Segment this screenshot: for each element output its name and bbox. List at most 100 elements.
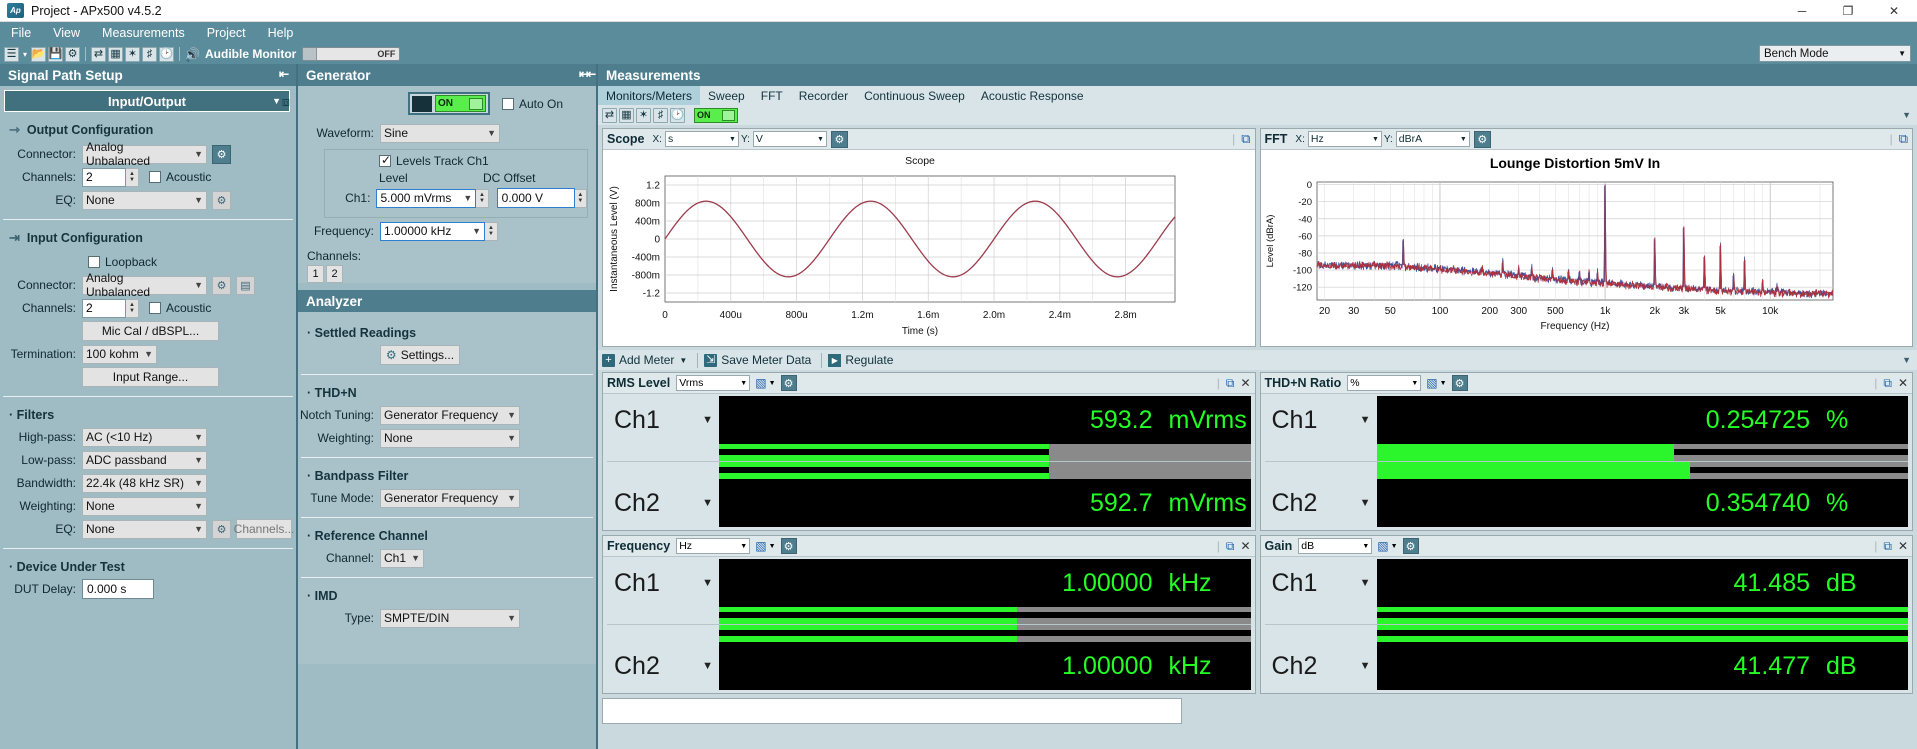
output-acoustic-checkbox[interactable]: Acoustic xyxy=(149,170,211,184)
notch-tuning-select[interactable]: Generator Frequency ▼ xyxy=(380,405,520,425)
meter-gain-settings-button[interactable]: ⚙ xyxy=(1402,538,1419,554)
input-connector-settings-button[interactable]: ⚙ xyxy=(212,275,231,295)
weighting-select[interactable]: None ▼ xyxy=(82,496,207,516)
tab-recorder[interactable]: Recorder xyxy=(791,86,856,105)
lowpass-select[interactable]: ADC passband ▼ xyxy=(82,450,207,470)
input-range-button[interactable]: Input Range... xyxy=(82,367,219,387)
settled-settings-button[interactable]: ⚙ Settings... xyxy=(380,345,460,365)
regulate-button[interactable]: ▶ Regulate xyxy=(828,353,893,367)
meter-graph-icon[interactable]: ▧ xyxy=(1377,539,1388,553)
clock-icon[interactable]: 🕑 xyxy=(159,46,175,62)
minimize-button[interactable]: ─ xyxy=(1779,0,1825,22)
pin-panel-icon[interactable]: ⇤ xyxy=(586,67,596,81)
signal-path-icon[interactable]: ⇄ xyxy=(91,46,107,62)
input-acoustic-checkbox[interactable]: Acoustic xyxy=(149,301,211,315)
auto-on-checkbox[interactable]: Auto On xyxy=(502,97,563,111)
meter-thdn-unit-select[interactable]: % ▼ xyxy=(1347,375,1422,391)
collapse-meters-icon[interactable]: ▼ xyxy=(1902,355,1911,365)
imd-type-select[interactable]: SMPTE/DIN ▼ xyxy=(380,608,520,628)
loopback-checkbox[interactable]: Loopback xyxy=(88,255,157,269)
close-icon[interactable]: ✕ xyxy=(1240,539,1250,553)
meter-rms-ch2-select[interactable]: Ch2 ▼ xyxy=(607,479,719,527)
highpass-select[interactable]: AC (<10 Hz) ▼ xyxy=(82,427,207,447)
signal-path-icon[interactable]: ⇄ xyxy=(602,107,617,123)
input-channels-stepper[interactable]: ▲ ▼ xyxy=(126,298,139,318)
output-connector-select[interactable]: Analog Unbalanced ▼ xyxy=(82,140,207,168)
sequence-icon[interactable]: ♯ xyxy=(653,107,668,123)
menu-help[interactable]: Help xyxy=(257,24,305,42)
meter-thdn-ch2-select[interactable]: Ch2 ▼ xyxy=(1265,479,1377,527)
meter-thdn-settings-button[interactable]: ⚙ xyxy=(1451,375,1468,391)
new-project-icon[interactable]: ☰ xyxy=(4,46,19,62)
close-button[interactable]: ✕ xyxy=(1871,0,1917,22)
tab-monitors-meters[interactable]: Monitors/Meters xyxy=(598,86,701,105)
measurement-icon[interactable]: ▦ xyxy=(619,107,634,123)
meter-rms-ch1-select[interactable]: Ch1 ▼ xyxy=(607,396,719,444)
meter-rms-level-settings-button[interactable]: ⚙ xyxy=(780,375,797,391)
menu-measurements[interactable]: Measurements xyxy=(91,24,196,42)
open-project-icon[interactable]: 📂 xyxy=(31,46,47,62)
scope-y-unit-select[interactable]: V ▼ xyxy=(752,131,827,147)
menu-project[interactable]: Project xyxy=(196,24,257,42)
generator-channel-2-button[interactable]: 2 xyxy=(326,265,343,283)
meter-popout-icon[interactable]: ⧉ xyxy=(1226,376,1235,391)
monitor-on-toggle[interactable]: ON xyxy=(694,107,738,123)
output-eq-settings-button[interactable]: ⚙ xyxy=(212,190,231,210)
meter-rms-level-unit-select[interactable]: Vrms ▼ xyxy=(676,375,751,391)
scope-settings-button[interactable]: ⚙ xyxy=(830,130,848,148)
meter-graph-icon[interactable]: ▧ xyxy=(1426,376,1437,390)
output-channels-input[interactable]: 2 xyxy=(82,167,126,187)
reference-channel-select[interactable]: Ch1 ▼ xyxy=(380,548,424,568)
dc-offset-stepper[interactable]: ▲ ▼ xyxy=(574,188,587,208)
meter-popout-icon[interactable]: ⧉ xyxy=(1883,539,1892,554)
maximize-button[interactable]: ❐ xyxy=(1825,0,1871,22)
close-icon[interactable]: ✕ xyxy=(1240,376,1250,390)
output-connector-settings-button[interactable]: ⚙ xyxy=(212,144,231,164)
meter-popout-icon[interactable]: ⧉ xyxy=(1883,376,1892,391)
close-icon[interactable]: ✕ xyxy=(1898,539,1908,553)
tab-acoustic-response[interactable]: Acoustic Response xyxy=(973,86,1092,105)
meter-gain-unit-select[interactable]: dB ▼ xyxy=(1298,538,1373,554)
input-channels-input[interactable]: 2 xyxy=(82,298,126,318)
save-meter-data-button[interactable]: ⇲ Save Meter Data xyxy=(704,353,811,367)
meter-frequency-unit-select[interactable]: Hz ▼ xyxy=(676,538,751,554)
meter-frequency-ch1-select[interactable]: Ch1 ▼ xyxy=(607,559,719,607)
audible-monitor-toggle[interactable]: OFF xyxy=(302,47,401,61)
meter-graph-icon[interactable]: ▧ xyxy=(755,376,766,390)
meter-popout-icon[interactable]: ⧉ xyxy=(1226,539,1235,554)
speaker-icon[interactable]: 🔊 xyxy=(184,47,200,62)
meter-gain-ch2-select[interactable]: Ch2 ▼ xyxy=(1265,642,1377,690)
waveform-select[interactable]: Sine ▼ xyxy=(380,123,500,143)
ch1-level-input[interactable]: 5.000 mVrms ▼ xyxy=(376,188,477,208)
new-project-dropdown-icon[interactable]: ▾ xyxy=(23,50,27,59)
fft-x-unit-select[interactable]: Hz ▼ xyxy=(1307,131,1382,147)
meter-frequency-settings-button[interactable]: ⚙ xyxy=(780,538,797,554)
tab-sweep[interactable]: Sweep xyxy=(700,86,753,105)
menu-view[interactable]: View xyxy=(42,24,91,42)
fft-popout-icon[interactable]: ⧉ xyxy=(1899,131,1908,147)
mic-cal-button[interactable]: Mic Cal / dBSPL... xyxy=(82,321,219,341)
frequency-input[interactable]: 1.00000 kHz ▼ xyxy=(380,221,485,241)
analyzer-weighting-select[interactable]: None ▼ xyxy=(380,428,520,448)
meter-frequency-ch2-select[interactable]: Ch2 ▼ xyxy=(607,642,719,690)
filters-eq-select[interactable]: None ▼ xyxy=(82,519,207,539)
termination-select[interactable]: 100 kohm ▼ xyxy=(82,344,157,364)
menu-file[interactable]: File xyxy=(0,24,42,42)
add-meter-button[interactable]: + Add Meter ▼ xyxy=(602,353,687,367)
clock-icon[interactable]: 🕑 xyxy=(670,107,685,123)
meter-graph-icon[interactable]: ▧ xyxy=(755,539,766,553)
tune-mode-select[interactable]: Generator Frequency ▼ xyxy=(380,488,520,508)
pin-panel-icon[interactable]: ⇤ xyxy=(279,67,289,81)
collapse-toolbar-icon[interactable]: ▼ xyxy=(1902,110,1911,120)
save-project-icon[interactable]: 💾 xyxy=(48,46,64,62)
input-connector-select[interactable]: Analog Unbalanced ▼ xyxy=(82,271,207,299)
input-connector-meter-icon[interactable]: ▤ xyxy=(236,275,255,295)
bluetooth-icon[interactable]: ✶ xyxy=(636,107,651,123)
output-eq-select[interactable]: None ▼ xyxy=(82,190,207,210)
tab-continuous-sweep[interactable]: Continuous Sweep xyxy=(856,86,973,105)
frequency-stepper[interactable]: ▲ ▼ xyxy=(485,221,498,241)
output-channels-stepper[interactable]: ▲ ▼ xyxy=(126,167,139,187)
signal-path-select[interactable]: Input/Output ▼ xyxy=(4,90,290,112)
generator-channel-1-button[interactable]: 1 xyxy=(307,265,324,283)
scope-x-unit-select[interactable]: s ▼ xyxy=(664,131,739,147)
